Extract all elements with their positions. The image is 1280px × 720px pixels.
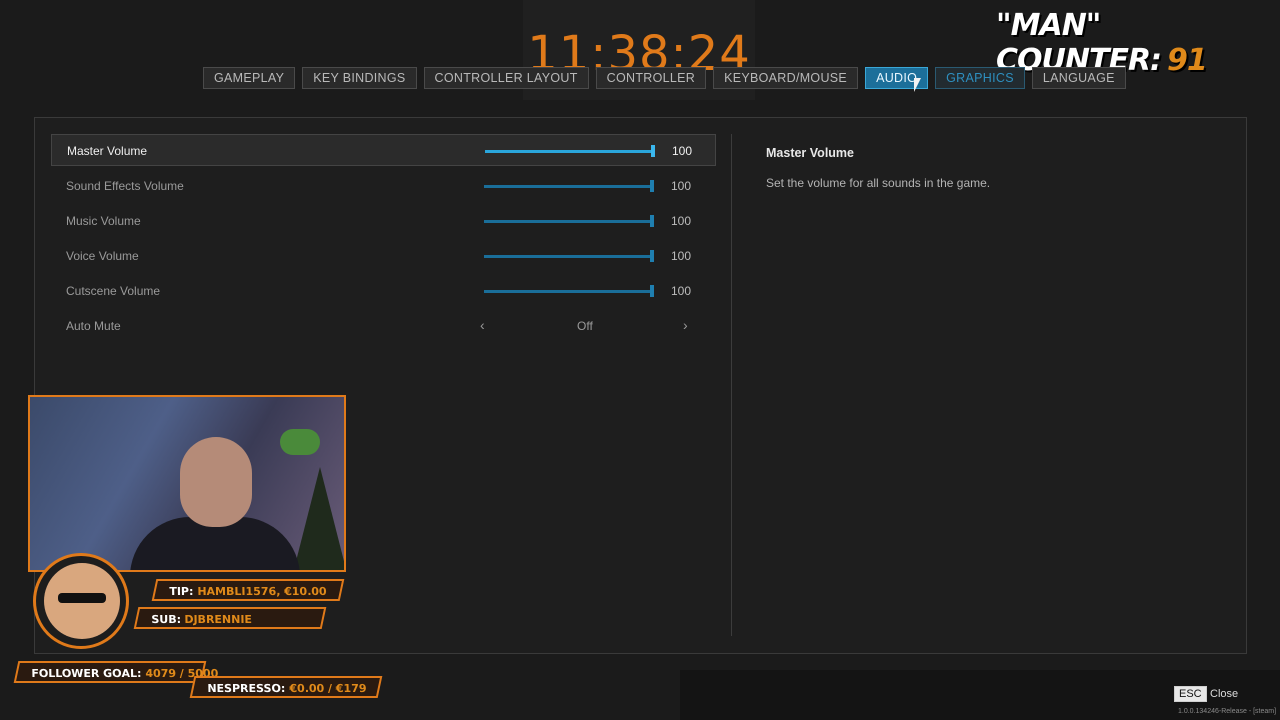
setting-sound-effects-volume[interactable]: Sound Effects Volume 100: [51, 170, 716, 202]
man-counter-value: 91: [1167, 43, 1208, 78]
tab-graphics[interactable]: GRAPHICS: [935, 67, 1025, 89]
volume-slider-track[interactable]: [484, 185, 654, 188]
streamer-head: [180, 437, 252, 527]
volume-slider-handle[interactable]: [650, 285, 654, 297]
tab-language[interactable]: LANGUAGE: [1031, 67, 1126, 89]
sub-label: SUB:: [150, 613, 183, 626]
setting-music-volume[interactable]: Music Volume 100: [51, 205, 716, 237]
avatar: [44, 563, 120, 639]
volume-slider-handle[interactable]: [651, 145, 655, 157]
setting-value: 100: [671, 284, 692, 298]
nespresso-banner: NESPRESSO: €0.00 / €179: [189, 676, 383, 698]
panel-divider: [731, 134, 732, 636]
description-title: Master Volume: [766, 146, 854, 160]
setting-value: 100: [671, 179, 692, 193]
volume-slider-track[interactable]: [485, 150, 655, 153]
settings-tabs: GAMEPLAY KEY BINDINGS CONTROLLER LAYOUT …: [203, 67, 1126, 89]
setting-auto-mute[interactable]: Auto Mute ‹ Off ›: [51, 310, 716, 342]
tab-controller-layout[interactable]: CONTROLLER LAYOUT: [423, 67, 589, 89]
close-button[interactable]: Close: [1210, 688, 1238, 700]
setting-voice-volume[interactable]: Voice Volume 100: [51, 240, 716, 272]
tip-banner: TIP: HAMBLI1576, €10.00: [151, 579, 345, 601]
setting-label: Voice Volume: [66, 249, 139, 263]
mouse-cursor-icon: [914, 78, 921, 92]
tip-label: TIP:: [168, 585, 195, 598]
setting-label: Auto Mute: [66, 319, 121, 333]
setting-cutscene-volume[interactable]: Cutscene Volume 100: [51, 275, 716, 307]
setting-label: Sound Effects Volume: [66, 179, 184, 193]
setting-value: 100: [671, 249, 692, 263]
volume-slider-track[interactable]: [484, 290, 654, 293]
setting-label: Cutscene Volume: [66, 284, 161, 298]
tab-gameplay[interactable]: GAMEPLAY: [203, 67, 296, 89]
nespresso-value: €0.00 / €179: [287, 682, 368, 695]
setting-label: Music Volume: [66, 214, 141, 228]
volume-slider-track[interactable]: [484, 220, 654, 223]
esc-key-icon[interactable]: ESC: [1174, 686, 1207, 702]
follower-goal-label: FOLLOWER GOAL:: [30, 667, 143, 680]
setting-label: Master Volume: [67, 144, 148, 158]
volume-slider-handle[interactable]: [650, 215, 654, 227]
volume-slider-track[interactable]: [484, 255, 654, 258]
tab-controller[interactable]: CONTROLLER: [595, 67, 707, 89]
tab-keyboard-mouse[interactable]: KEYBOARD/MOUSE: [713, 67, 859, 89]
tab-key-bindings[interactable]: KEY BINDINGS: [302, 67, 417, 89]
frog-figure: [280, 429, 320, 455]
tip-value: HAMBLI1576, €10.00: [195, 585, 328, 598]
description-text: Set the volume for all sounds in the gam…: [766, 176, 991, 190]
chevron-right-icon[interactable]: ›: [683, 317, 688, 333]
nespresso-label: NESPRESSO:: [206, 682, 287, 695]
setting-option-value: Off: [577, 319, 593, 333]
sunglasses-icon: [58, 593, 106, 603]
volume-slider-handle[interactable]: [650, 180, 654, 192]
sub-value: DJBRENNIE: [183, 613, 254, 626]
setting-value: 100: [672, 144, 693, 158]
setting-master-volume[interactable]: Master Volume 100: [51, 134, 716, 166]
follower-goal-banner: FOLLOWER GOAL: 4079 / 5000: [13, 661, 220, 683]
setting-value: 100: [671, 214, 692, 228]
christmas-tree: [292, 467, 344, 570]
volume-slider-handle[interactable]: [650, 250, 654, 262]
webcam-overlay: [28, 395, 346, 572]
chevron-left-icon[interactable]: ‹: [480, 317, 485, 333]
sub-banner: SUB: DJBRENNIE: [133, 607, 327, 629]
version-string: 1.0.0.134246-Release - [steam]: [1178, 708, 1277, 715]
